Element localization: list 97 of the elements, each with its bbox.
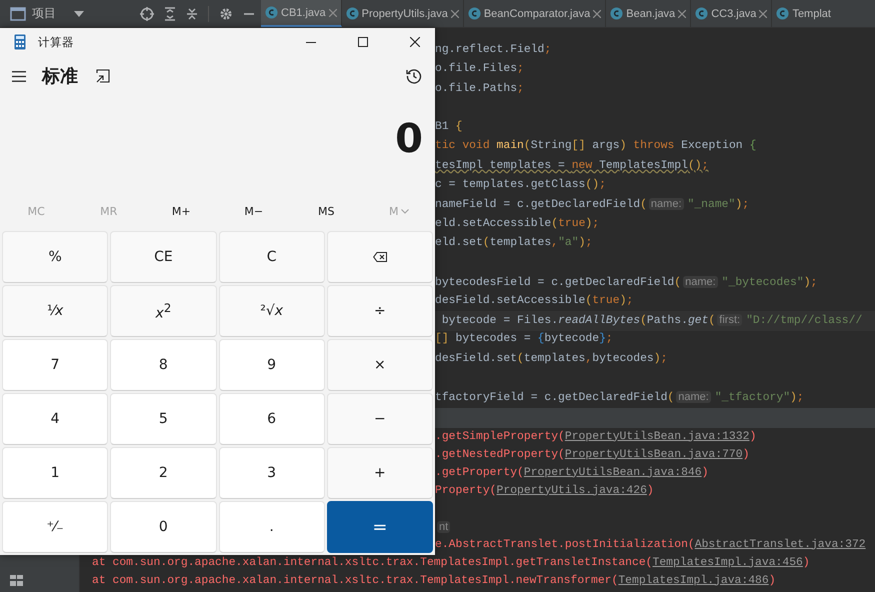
source-link[interactable]: PropertyUtilsBean.java:770 [564,448,743,461]
editor-tab[interactable]: CB1.java [261,0,342,27]
calculator-key[interactable]: 4 [2,393,108,445]
backspace-icon [372,252,387,262]
display-value: 0 [395,118,423,158]
code-line: c = templates.getClass(); [435,179,606,192]
class-icon [265,6,278,19]
calculator-key[interactable]: × [326,339,433,391]
code-line: eld.setAccessible(true); [435,218,600,230]
close-icon[interactable] [759,10,768,18]
close-icon[interactable] [593,10,602,18]
calculator-key[interactable]: 2 [110,447,216,499]
calculator-key[interactable]: % [2,231,108,283]
console-text: ) [646,484,654,497]
calculator-icon [14,34,26,50]
code-line: tic void main(String[] args) throws Exception { [435,140,756,152]
settings-icon[interactable] [219,6,233,20]
memory-button[interactable]: MS [290,193,362,229]
calculator-key[interactable]: 9 [218,339,325,391]
console-text: at com.sun.org.apache.xalan.internal.xsltc.trax.TemplatesImpl.getTransletInstance( [92,556,653,569]
source-link[interactable]: TemplatesImpl.java:456 [652,556,803,569]
console-text: Property( [435,484,497,497]
maximize-icon [358,37,368,47]
window-icon [10,6,26,20]
menu-icon [12,70,26,82]
collapse-all-icon[interactable] [186,6,198,20]
history-icon [406,68,422,84]
console-text: .getProperty( [435,466,524,479]
class-icon [346,7,359,20]
memory-button[interactable]: M+ [145,193,218,229]
chevron-icon [400,208,408,214]
editor-tab[interactable]: BeanComparator.java [464,0,606,27]
calculator-key[interactable]: C [218,231,325,283]
equals-button[interactable]: = [326,501,433,553]
console-text: at com.sun.org.apache.xalan.internal.xsltc.trax.TemplatesImpl.newTransformer( [92,574,618,587]
console-text: e.AbstractTranslet.postInitialization( [435,538,695,551]
code-line: eld.set(templates,"a"); [435,236,592,249]
class-icon [695,7,708,20]
code-line: bytecodesField = c.getDeclaredField( name: "_bytecodes"); [435,276,818,289]
window-title: 计算器 [38,34,74,50]
console-text: ) [749,430,756,443]
editor-tab[interactable]: Bean.java [606,0,692,27]
code-line: tfactoryField = c.getDeclaredField( name: "_tfactory"); [435,392,804,404]
calculator-key[interactable]: 6 [218,393,325,445]
calculator-key[interactable]: ¹⁄x [2,285,108,337]
editor-tab[interactable]: Templat [772,0,831,27]
code-line: desField.set(templates,bytecodes); [435,352,668,365]
console-text: ) [742,448,750,461]
code-line: B1 { [435,121,462,134]
calculator-key[interactable]: 5 [110,393,216,445]
expand-all-icon[interactable] [164,6,176,20]
calculator-key[interactable]: − [326,393,433,445]
calculator-key[interactable]: 7 [2,339,108,391]
memory-button[interactable]: M− [218,193,290,229]
editor-tab[interactable]: CC3.java [691,0,772,27]
console-text: ) [702,466,708,479]
mode-title: 标准 [42,65,78,88]
source-link[interactable]: PropertyUtilsBean.java:1332 [564,430,750,443]
close-icon[interactable] [678,10,686,18]
keep-on-top-icon [96,69,110,83]
console-text: .getNestedProperty( [435,448,565,461]
code-line: o.file.Paths; [435,82,524,95]
calculator-key[interactable]: 8 [110,339,216,391]
project-label[interactable]: 项目 [32,5,56,22]
class-icon [776,7,790,20]
calculator-key[interactable]: + [326,447,433,499]
code-line: o.file.Files; [435,63,524,76]
source-link[interactable]: TemplatesImpl.java:486 [618,574,769,587]
grid-icon[interactable] [10,575,23,586]
code-line: ng.reflect.Field; [435,44,552,56]
class-icon [468,7,481,20]
console-text: ) [802,556,810,569]
code-line: desField.setAccessible(true); [435,294,634,307]
source-link[interactable]: PropertyUtils.java:426 [496,484,647,497]
console-text: ) [768,574,776,587]
parameter-hint: nt [437,520,450,533]
calculator-key[interactable]: 1 [2,447,108,499]
calculator-key[interactable]: 0 [110,501,216,553]
calculator-key[interactable]: . [218,501,325,553]
code-line: tesImpl templates = new TemplatesImpl(); [435,160,708,172]
editor-tab[interactable]: PropertyUtils.java [342,0,464,27]
close-icon[interactable] [450,10,459,18]
calculator-key[interactable]: x$^{2}$ [110,285,216,337]
source-link[interactable]: PropertyUtilsBean.java:846 [524,466,702,479]
calculator-key[interactable]: ⁺⁄₋ [2,501,108,553]
calculator-key[interactable]: ²√x [218,285,325,337]
calculator-key[interactable]: 3 [218,447,325,499]
code-line: [] bytecodes = {bytecode}; [435,333,613,346]
class-icon [610,7,624,20]
close-icon [410,37,420,47]
source-link[interactable]: AbstractTranslet.java:372 [694,538,866,551]
calculator-key[interactable]: CE [110,231,216,283]
calculator-key[interactable]: ÷ [326,285,433,337]
code-line: nameField = c.getDeclaredField( name: "_name"); [435,199,750,212]
console-text: .getSimpleProperty( [435,430,565,443]
crosshair-icon[interactable] [140,6,154,20]
caret-icon[interactable] [74,10,84,16]
